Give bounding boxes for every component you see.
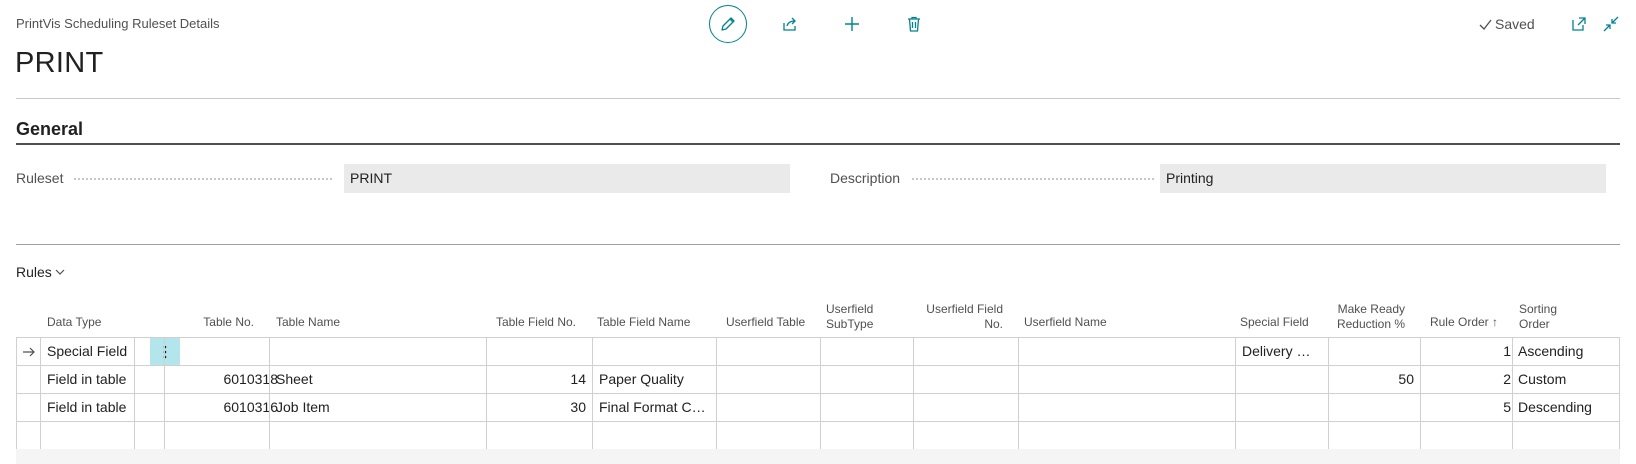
rules-divider — [16, 244, 1620, 245]
grid-line — [1512, 337, 1513, 449]
table-row[interactable]: Field in table 6010316 Job Item 30 Final… — [16, 394, 1620, 422]
grid-line — [820, 337, 821, 449]
cell-rule-order[interactable]: 5 — [1420, 394, 1517, 421]
ruleset-leader — [74, 178, 332, 180]
delete-icon — [908, 16, 920, 32]
col-sorting-order-line1: Sorting — [1519, 302, 1558, 316]
section-divider — [16, 143, 1620, 145]
cell-sorting-order[interactable]: Ascending — [1512, 338, 1620, 365]
col-make-ready-line1: Make Ready — [1337, 302, 1405, 316]
grid-line — [913, 337, 914, 449]
sort-ascending-icon: ↑ — [1492, 315, 1498, 329]
col-rule-order[interactable]: Rule Order ↑ — [1410, 315, 1498, 330]
grid-line — [164, 337, 165, 449]
col-userfield-name[interactable]: Userfield Name — [1024, 315, 1107, 330]
grid-line — [269, 337, 270, 449]
cell-table-name[interactable]: Job Item — [270, 394, 486, 421]
col-special-field[interactable]: Special Field — [1240, 315, 1309, 330]
description-leader — [912, 178, 1154, 180]
edit-button[interactable] — [709, 5, 747, 43]
grid-footer — [16, 449, 1620, 464]
grid-line — [592, 337, 593, 449]
open-new-window-icon[interactable] — [1570, 15, 1588, 33]
delete-button[interactable] — [895, 5, 933, 43]
checkmark-icon — [1479, 19, 1492, 30]
col-make-ready[interactable]: Make Ready Reduction % — [1318, 302, 1405, 332]
grid-line — [1619, 337, 1620, 449]
rules-grid: Special Field Delivery We... 1 Ascending… — [16, 337, 1620, 450]
cell-table-field-name[interactable]: Final Format Code — [593, 394, 719, 421]
col-userfield-field-no-line2: No. — [984, 317, 1003, 331]
col-table-field-name[interactable]: Table Field Name — [597, 315, 690, 330]
ruleset-field[interactable]: PRINT — [344, 164, 790, 193]
page-title: PRINT — [15, 47, 104, 79]
rules-tab-label: Rules — [16, 264, 52, 280]
col-userfield-table[interactable]: Userfield Table — [726, 315, 805, 330]
col-userfield-field-no-line1: Userfield Field — [926, 302, 1003, 316]
edit-icon — [721, 17, 735, 31]
current-row-arrow-icon — [23, 347, 35, 357]
col-userfield-subtype[interactable]: Userfield SubType — [826, 302, 873, 332]
row-menu-button[interactable] — [150, 338, 180, 365]
rules-tab[interactable]: Rules — [16, 264, 66, 280]
cell-table-name[interactable]: Sheet — [270, 366, 486, 393]
new-icon — [845, 17, 859, 31]
cell-rule-order[interactable]: 2 — [1420, 366, 1517, 393]
grid-line — [134, 337, 135, 449]
description-field[interactable]: Printing — [1160, 164, 1606, 193]
grid-line — [1235, 337, 1236, 449]
share-icon — [783, 17, 796, 31]
grid-line — [486, 337, 487, 449]
col-userfield-subtype-line2: SubType — [826, 317, 874, 331]
collapse-icon[interactable] — [1602, 15, 1620, 33]
col-table-name[interactable]: Table Name — [276, 315, 340, 330]
col-table-no[interactable]: Table No. — [172, 315, 254, 330]
table-row-empty[interactable] — [16, 422, 1620, 450]
col-userfield-subtype-line1: Userfield — [826, 302, 874, 316]
new-button[interactable] — [833, 5, 871, 43]
cell-make-ready[interactable]: 50 — [1329, 366, 1420, 393]
share-button[interactable] — [771, 5, 809, 43]
cell-table-field-name[interactable]: Paper Quality — [593, 366, 717, 393]
cell-sorting-order[interactable]: Descending — [1512, 394, 1620, 421]
page-caption: PrintVis Scheduling Ruleset Details — [16, 16, 220, 31]
col-data-type[interactable]: Data Type — [47, 315, 101, 330]
header-divider — [16, 98, 1620, 99]
grid-line — [716, 337, 717, 449]
col-sorting-order-line2: Order — [1519, 317, 1550, 331]
cell-sorting-order[interactable]: Custom — [1512, 366, 1620, 393]
col-rule-order-label: Rule Order — [1429, 315, 1489, 329]
saved-status: Saved — [1479, 16, 1535, 32]
cell-table-field-no[interactable]: 30 — [486, 394, 592, 421]
grid-line — [16, 337, 17, 449]
grid-line — [1328, 337, 1329, 449]
cell-table-field-no[interactable]: 14 — [486, 366, 592, 393]
ruleset-label: Ruleset — [16, 170, 64, 186]
col-table-field-no[interactable]: Table Field No. — [470, 315, 576, 330]
col-sorting-order[interactable]: Sorting Order — [1519, 302, 1557, 332]
table-row[interactable]: Special Field Delivery We... 1 Ascending — [16, 338, 1620, 366]
section-title-general[interactable]: General — [16, 119, 83, 140]
action-bar — [709, 5, 957, 43]
table-row[interactable]: Field in table 6010318 Sheet 14 Paper Qu… — [16, 366, 1620, 394]
grid-line — [1018, 337, 1019, 449]
col-userfield-field-no[interactable]: Userfield Field No. — [910, 302, 1003, 332]
saved-label: Saved — [1495, 16, 1535, 32]
cell-special-field[interactable]: Delivery We... — [1236, 338, 1328, 365]
chevron-down-icon — [55, 269, 65, 275]
cell-rule-order[interactable]: 1 — [1420, 338, 1517, 365]
grid-line — [40, 337, 41, 449]
description-label: Description — [830, 170, 901, 186]
grid-line — [1420, 337, 1421, 449]
col-make-ready-line2: Reduction % — [1336, 317, 1405, 331]
